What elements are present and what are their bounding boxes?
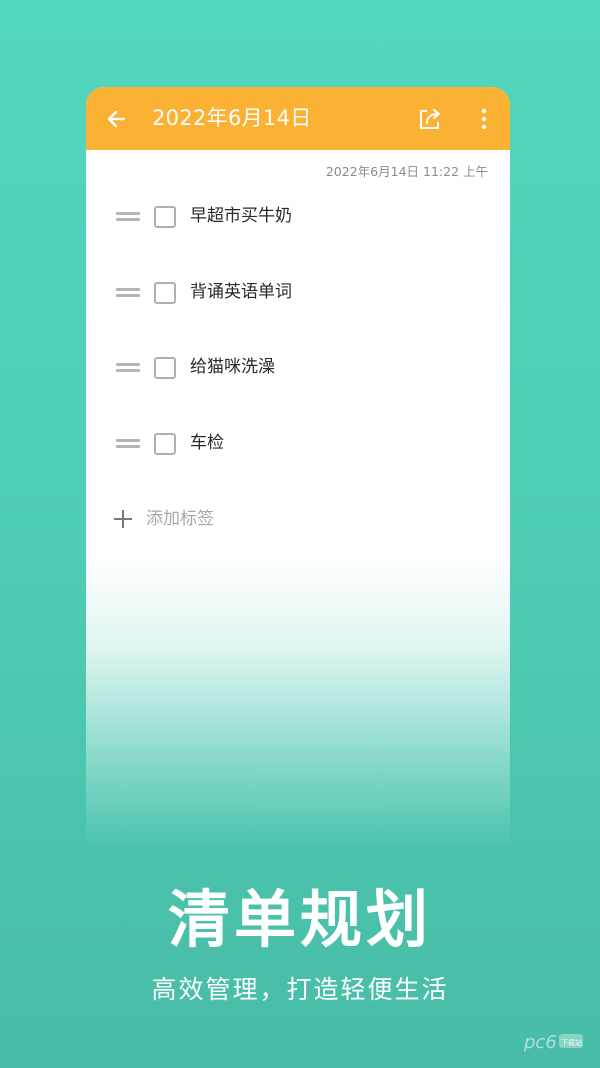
- share-button[interactable]: [414, 103, 446, 135]
- note-timestamp: 2022年6月14日 11:22 上午: [325, 164, 488, 179]
- drag-handle-icon[interactable]: [116, 287, 140, 299]
- task-checkbox[interactable]: [154, 433, 176, 455]
- task-item: 早超市买牛奶: [116, 200, 486, 234]
- add-tag-label: 添加标签: [146, 509, 214, 529]
- svg-text:pc6: pc6: [523, 1032, 557, 1053]
- task-label[interactable]: 车检: [190, 431, 224, 455]
- arrow-left-icon: [107, 110, 126, 128]
- more-vertical-icon: [481, 108, 487, 130]
- phone-card: 2022年6月14日 2022年6月14日 11:22 上午 早超市买牛奶 背诵…: [86, 87, 510, 847]
- plus-icon: [114, 510, 132, 528]
- toolbar-title: 2022年6月14日: [152, 106, 312, 130]
- toolbar: 2022年6月14日: [86, 87, 510, 150]
- svg-text:下载站: 下载站: [561, 1038, 582, 1047]
- task-checkbox[interactable]: [154, 357, 176, 379]
- task-label[interactable]: 给猫咪洗澡: [190, 355, 275, 379]
- drag-handle-icon[interactable]: [116, 362, 140, 374]
- task-item: 车检: [116, 427, 486, 461]
- task-label[interactable]: 背诵英语单词: [190, 280, 292, 304]
- pc6-watermark-logo: pc6 下载站: [522, 1028, 586, 1056]
- task-checkbox[interactable]: [154, 206, 176, 228]
- back-button[interactable]: [102, 103, 134, 135]
- task-item: 给猫咪洗澡: [116, 351, 486, 385]
- drag-handle-icon[interactable]: [116, 211, 140, 223]
- promo-subline: 高效管理，打造轻便生活: [151, 975, 449, 1004]
- drag-handle-icon[interactable]: [116, 438, 140, 450]
- more-options-button[interactable]: [470, 103, 498, 135]
- task-checkbox[interactable]: [154, 282, 176, 304]
- promo-headline: 清单规划: [167, 883, 432, 956]
- task-label[interactable]: 早超市买牛奶: [190, 204, 292, 228]
- task-item: 背诵英语单词: [116, 276, 486, 310]
- share-icon: [420, 109, 440, 129]
